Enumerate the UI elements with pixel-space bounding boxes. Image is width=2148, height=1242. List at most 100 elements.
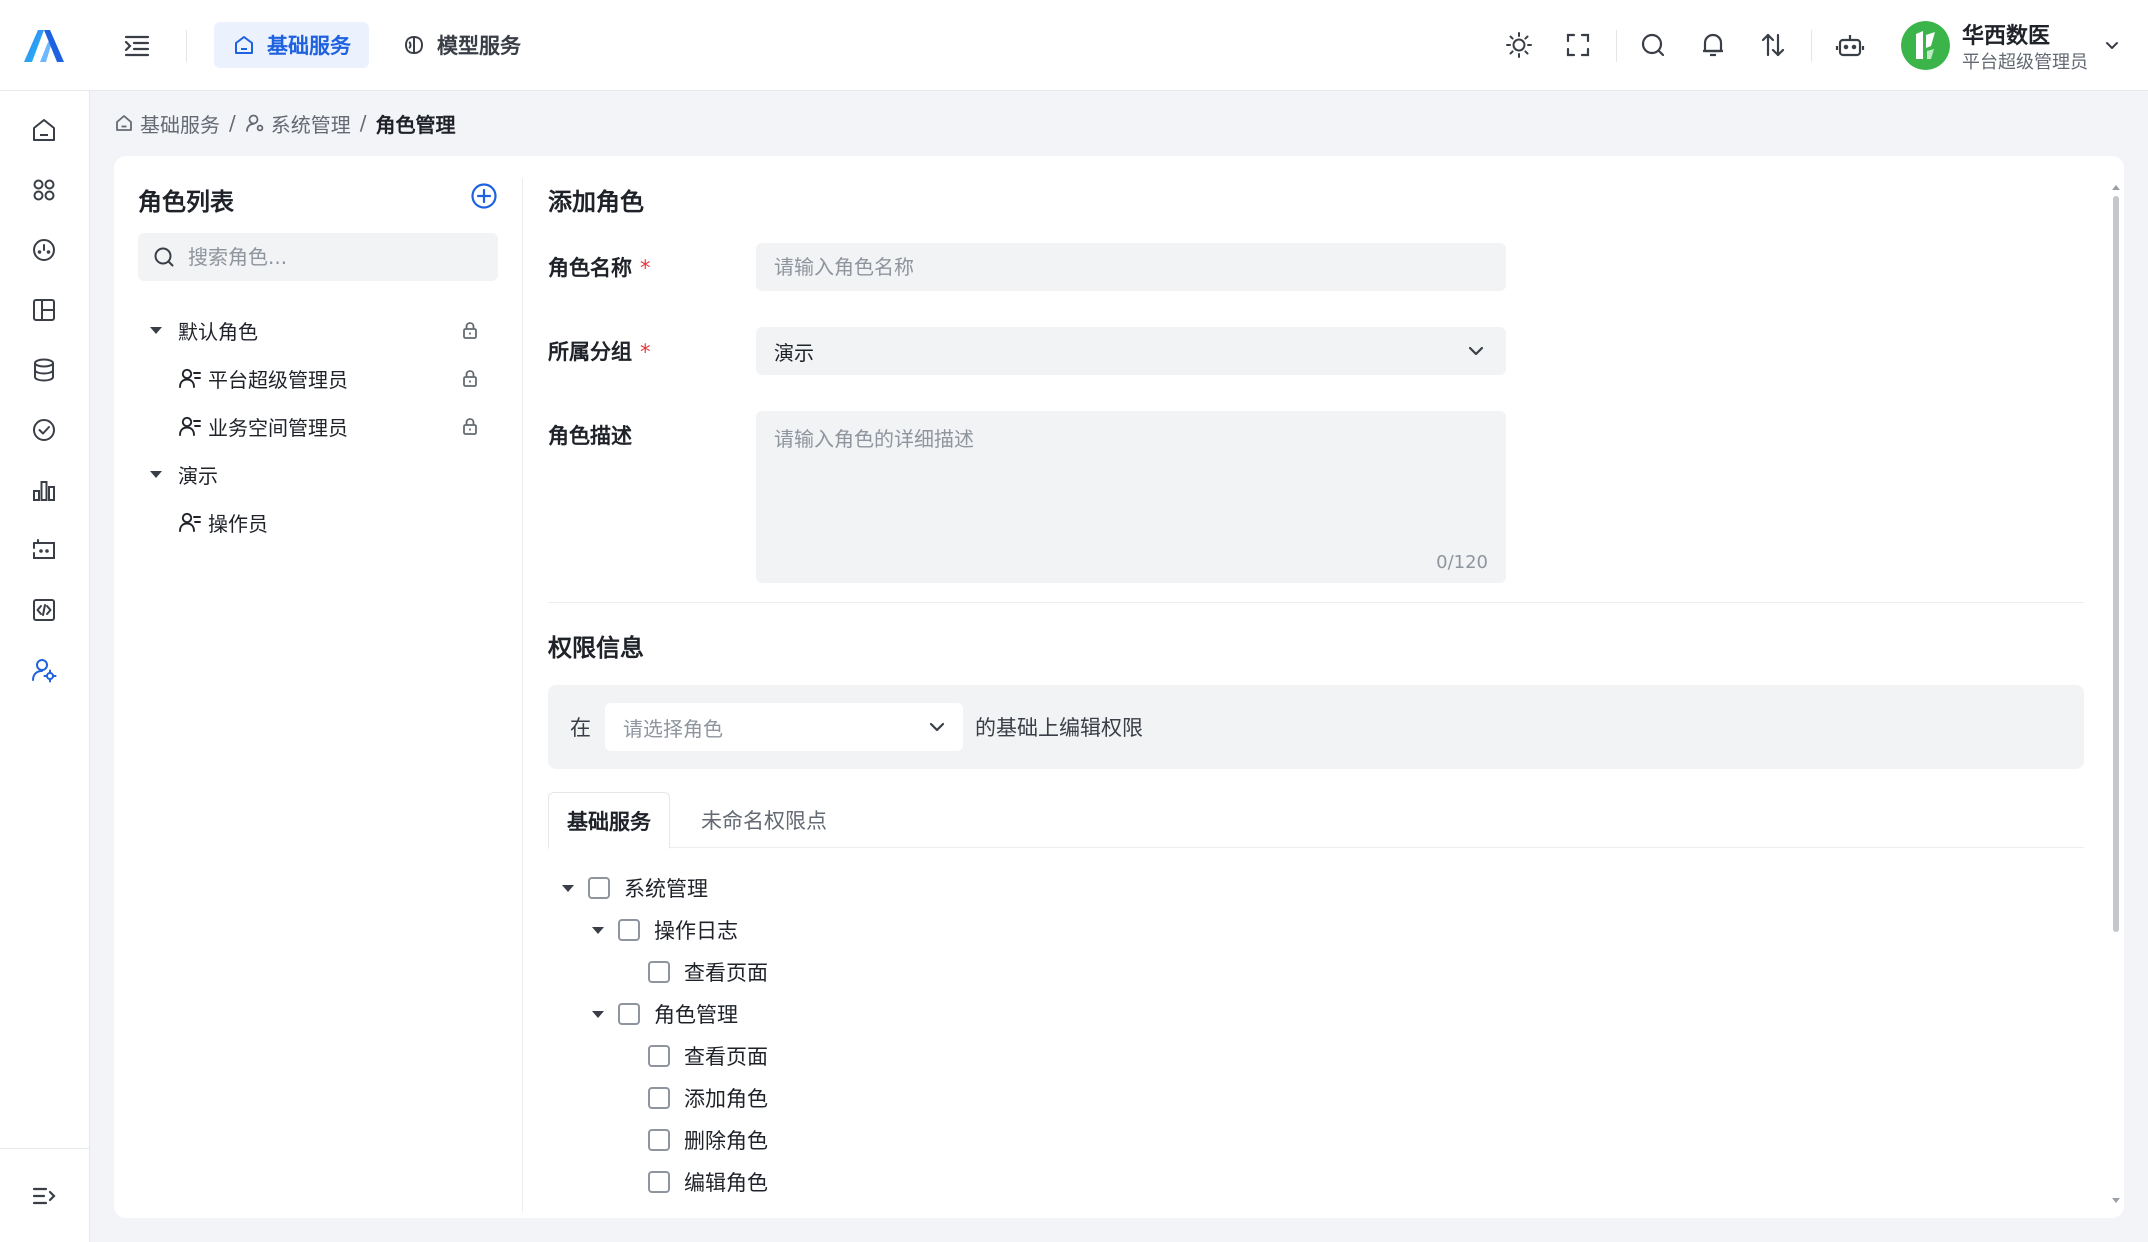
sort-icon[interactable]	[1758, 30, 1788, 60]
permission-checkbox[interactable]	[648, 1129, 670, 1151]
required-mark: *	[640, 340, 651, 364]
user-list-icon	[178, 366, 202, 390]
form-title: 添加角色	[548, 188, 644, 216]
permission-checkbox[interactable]	[588, 877, 610, 899]
header-divider	[1811, 30, 1812, 62]
permission-checkbox[interactable]	[648, 961, 670, 983]
perm-label: 查看页面	[684, 1045, 768, 1069]
role-desc-textarea[interactable]	[774, 423, 1488, 533]
brain-icon	[402, 33, 426, 57]
header-divider	[1616, 30, 1617, 62]
main-card: 角色列表 默认角色	[114, 156, 2124, 1218]
permission-checkbox[interactable]	[618, 1003, 640, 1025]
role-item[interactable]: 操作员	[178, 502, 268, 542]
breadcrumb: 基础服务 / 系统管理 / 角色管理	[114, 108, 456, 138]
lock-icon	[460, 320, 480, 340]
top-header: 基础服务 模型服务 华西数医 平台超级管理员	[0, 0, 2148, 91]
perm-label: 添加角色	[684, 1087, 768, 1111]
home-icon[interactable]	[27, 113, 61, 147]
expand-menu-icon[interactable]	[27, 1179, 61, 1213]
role-name-label: 角色名称 *	[548, 252, 651, 282]
role-group-select[interactable]: 演示	[756, 327, 1506, 375]
breadcrumb-system-management[interactable]: 系统管理	[271, 109, 351, 138]
tab-basic-services[interactable]: 基础服务	[548, 792, 670, 849]
lock-icon	[460, 368, 480, 388]
base-role-select[interactable]: 请选择角色	[605, 703, 963, 751]
role-search-input[interactable]	[188, 245, 488, 269]
permission-suffix: 的基础上编辑权限	[975, 716, 1143, 740]
robot-icon[interactable]	[1835, 30, 1865, 60]
apps-icon[interactable]	[27, 173, 61, 207]
perm-label: 编辑角色	[684, 1171, 768, 1195]
scrollbar-thumb[interactable]	[2113, 196, 2119, 932]
caret-down-icon[interactable]	[146, 464, 166, 484]
role-group-value: 演示	[774, 340, 814, 365]
perm-tree-node: 角色管理	[588, 997, 738, 1031]
sun-icon[interactable]	[1504, 30, 1534, 60]
role-search	[138, 233, 498, 281]
permission-checkbox[interactable]	[648, 1087, 670, 1109]
scroll-down-icon[interactable]	[2112, 1196, 2120, 1204]
user-list-icon	[178, 510, 202, 534]
role-name-label-text: 角色名称	[548, 256, 632, 280]
scrollbar[interactable]	[2110, 184, 2120, 1206]
ticket-icon[interactable]	[27, 533, 61, 567]
role-group-demo[interactable]: 演示	[146, 454, 218, 494]
caret-down-icon[interactable]	[588, 1004, 608, 1024]
scroll-up-icon[interactable]	[2112, 184, 2120, 192]
user-name[interactable]: 华西数医	[1962, 18, 2050, 50]
bell-icon[interactable]	[1698, 30, 1728, 60]
permission-checkbox[interactable]	[648, 1171, 670, 1193]
section-divider	[548, 602, 2084, 603]
app-logo[interactable]	[22, 28, 66, 64]
perm-label: 系统管理	[624, 877, 708, 901]
role-item-label: 操作员	[208, 511, 268, 536]
database-icon[interactable]	[27, 353, 61, 387]
role-list-title: 角色列表	[138, 188, 234, 216]
role-item[interactable]: 业务空间管理员	[178, 406, 348, 446]
user-settings-icon[interactable]	[27, 653, 61, 687]
role-name-field	[756, 243, 1506, 291]
base-role-placeholder: 请选择角色	[623, 716, 723, 741]
role-desc-field: 0/120	[756, 411, 1506, 583]
home-icon	[114, 113, 134, 133]
perm-tree-leaf: 添加角色	[648, 1081, 768, 1115]
layout-icon[interactable]	[27, 293, 61, 327]
caret-down-icon[interactable]	[558, 878, 578, 898]
search-icon	[152, 245, 176, 269]
role-group-label: 演示	[178, 463, 218, 488]
required-mark: *	[640, 256, 651, 280]
role-group-default[interactable]: 默认角色	[146, 310, 258, 350]
role-item[interactable]: 平台超级管理员	[178, 358, 348, 398]
role-item-label: 业务空间管理员	[208, 415, 348, 440]
breadcrumb-separator: /	[229, 111, 236, 135]
code-icon[interactable]	[27, 593, 61, 627]
collapse-sidebar-icon[interactable]	[122, 32, 152, 60]
perm-tree-node: 操作日志	[588, 913, 738, 947]
breadcrumb-basic-services[interactable]: 基础服务	[140, 109, 220, 138]
bar-chart-icon[interactable]	[27, 473, 61, 507]
char-count: 0/120	[1436, 552, 1488, 573]
fullscreen-icon[interactable]	[1563, 30, 1593, 60]
check-circle-icon[interactable]	[27, 413, 61, 447]
perm-tree-leaf: 查看页面	[648, 1039, 768, 1073]
user-settings-icon	[245, 113, 265, 133]
caret-down-icon[interactable]	[146, 320, 166, 340]
chevron-down-icon[interactable]	[2100, 33, 2124, 57]
caret-down-icon[interactable]	[588, 920, 608, 940]
perm-tree-node: 系统管理	[558, 871, 708, 905]
search-icon[interactable]	[1638, 30, 1668, 60]
avatar[interactable]	[1901, 21, 1950, 70]
nav-basic-services[interactable]: 基础服务	[214, 22, 369, 68]
tab-unnamed-permissions[interactable]: 未命名权限点	[684, 792, 844, 848]
add-role-icon[interactable]	[469, 181, 499, 211]
perm-label: 删除角色	[684, 1129, 768, 1153]
role-group-label: 默认角色	[178, 319, 258, 344]
left-rail	[0, 91, 90, 1242]
dashboard-icon[interactable]	[27, 233, 61, 267]
chevron-down-icon	[1464, 339, 1488, 363]
role-name-input[interactable]	[774, 255, 1488, 279]
nav-model-services[interactable]: 模型服务	[384, 22, 539, 68]
permission-checkbox[interactable]	[618, 919, 640, 941]
permission-checkbox[interactable]	[648, 1045, 670, 1067]
